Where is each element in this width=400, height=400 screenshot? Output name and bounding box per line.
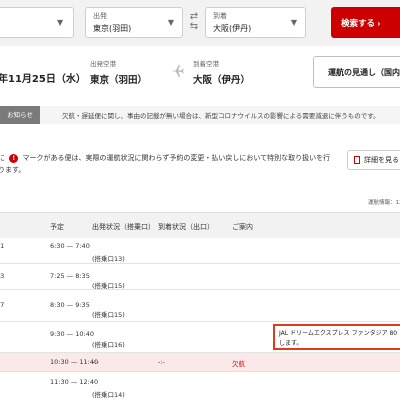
operation-info-label: 運航情報：13 bbox=[368, 200, 400, 206]
scheduled-time: 9:30 — 10:40 bbox=[50, 330, 94, 338]
special-handling-note: に ! マークがある便は、実際の運航状況に関わらず予約の変更・払い戻しにおいて特… bbox=[0, 153, 330, 163]
note-text-continued: ります。 bbox=[0, 166, 26, 174]
departure-gate: (搭乗口15) bbox=[92, 282, 125, 290]
airplane-icon bbox=[171, 65, 184, 77]
departure-caption: 出発 bbox=[93, 12, 107, 20]
table-row[interactable]: 01 6:30 — 7:40 (搭乗口13) bbox=[0, 238, 400, 264]
header-arrival-status: 到着状況（出口） bbox=[158, 223, 214, 231]
operation-outlook-button[interactable]: 運航の見通し（国内線 bbox=[313, 56, 400, 88]
notice-bar: お知らせ 欠航・遅延便に関し、事由の記載が無い場合は、新型コロナウイルスの影響に… bbox=[0, 106, 400, 124]
scheduled-time: 6:30 — 7:40 bbox=[50, 242, 90, 250]
notice-text: 欠航・遅延便に関し、事由の記載が無い場合は、新型コロナウイルスの影響による需要減… bbox=[62, 112, 380, 120]
arrival-caption: 到着 bbox=[213, 12, 227, 20]
chevron-down-icon: ▼ bbox=[290, 18, 297, 27]
note-text: マークがある便は、実際の運航状況に関わらず予約の変更・払い戻しにおいて特別な取り… bbox=[22, 154, 331, 162]
scheduled-time: 11:30 — 12:40 bbox=[50, 378, 99, 386]
departure-gate: (搭乗口13) bbox=[92, 255, 125, 263]
details-label: 詳細を見る bbox=[364, 157, 399, 164]
warning-icon: ! bbox=[9, 154, 19, 163]
swap-icon[interactable]: ⇄ ⇆ bbox=[187, 12, 201, 32]
departure-gate: (搭乗口16) bbox=[92, 341, 125, 349]
arrival-airport-block: 到着空港 大阪（伊丹） bbox=[193, 58, 250, 86]
departure-status: -:- bbox=[92, 358, 99, 366]
chevron-down-icon: ▼ bbox=[57, 18, 64, 27]
arrival-airport: 大阪（伊丹） bbox=[193, 75, 251, 86]
header-scheduled: 予定 bbox=[50, 223, 64, 231]
cancelled-status: 欠航 bbox=[232, 360, 245, 368]
departure-gate: (搭乗口14) bbox=[92, 391, 125, 399]
note-prefix: に bbox=[0, 154, 5, 162]
flight-guide-note: JAL ドリームエクスプレス ファンタジア 80 します。 bbox=[273, 324, 400, 350]
header-info: ご案内 bbox=[232, 223, 253, 231]
table-row[interactable]: 5 11:30 — 12:40 (搭乗口14) bbox=[0, 372, 400, 400]
notice-label: お知らせ bbox=[0, 106, 40, 124]
details-button[interactable]: 詳細を見る bbox=[347, 150, 400, 170]
flight-number: 07 bbox=[0, 301, 5, 309]
scheduled-time: 10:30 — 11:40 bbox=[50, 358, 99, 366]
departure-value: 東京(羽田) bbox=[93, 24, 132, 33]
flight-number: 01 bbox=[0, 242, 5, 250]
arrival-select[interactable]: 到着 大阪(伊丹) ▼ bbox=[205, 7, 306, 38]
arrival-value: 大阪(伊丹) bbox=[213, 24, 252, 33]
search-button[interactable]: 検索する › bbox=[331, 7, 400, 38]
departure-airport-block: 出発空港 東京（羽田） bbox=[90, 58, 147, 86]
arrival-airport-caption: 到着空港 bbox=[193, 60, 219, 68]
document-icon bbox=[354, 156, 360, 164]
flight-date: 年11月25日（水） bbox=[0, 74, 86, 85]
flight-number: 03 bbox=[0, 272, 5, 280]
guide-note-line: JAL ドリームエクスプレス ファンタジア 80 bbox=[279, 330, 398, 337]
table-row[interactable]: 3 10:30 — 11:40 -:- -:- 欠航 bbox=[0, 353, 400, 372]
table-row[interactable]: 07 8:30 — 9:35 (搭乗口15) bbox=[0, 290, 400, 322]
date-select[interactable]: ▼ bbox=[0, 7, 74, 38]
scheduled-time: 8:30 — 9:35 bbox=[50, 301, 90, 309]
departure-airport: 東京（羽田） bbox=[90, 75, 148, 86]
table-row[interactable]: 03 7:25 — 8:35 (搭乗口15) bbox=[0, 264, 400, 290]
departure-select[interactable]: 出発 東京(羽田) ▼ bbox=[85, 7, 183, 38]
departure-airport-caption: 出発空港 bbox=[90, 60, 116, 68]
chevron-down-icon: ▼ bbox=[167, 18, 174, 27]
departure-gate: (搭乗口15) bbox=[92, 311, 125, 319]
scheduled-time: 7:25 — 8:35 bbox=[50, 272, 90, 280]
guide-note-line: します。 bbox=[279, 340, 303, 347]
header-departure-status: 出発状況（搭乗口） bbox=[92, 223, 155, 231]
search-bar: ▼ 出発 東京(羽田) ▼ ⇄ ⇆ 到着 大阪(伊丹) ▼ 検索する › bbox=[0, 0, 400, 46]
flight-table-header: 予定 出発状況（搭乗口） 到着状況（出口） ご案内 bbox=[0, 212, 400, 238]
arrival-status: -:- bbox=[158, 358, 165, 366]
